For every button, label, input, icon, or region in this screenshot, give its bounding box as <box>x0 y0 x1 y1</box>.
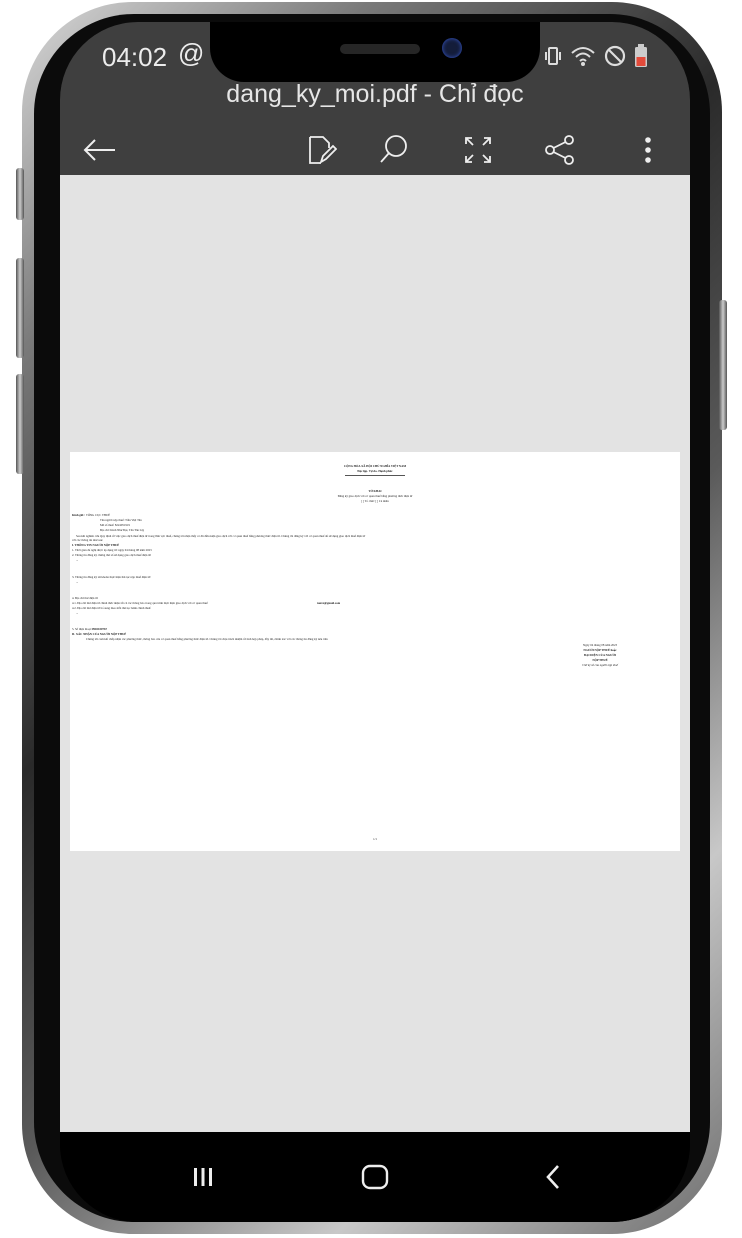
form-subtitle: Đăng ký giao dịch với cơ quan thuế bằng … <box>337 494 413 498</box>
section-1-heading: I. THÔNG TIN NGƯỜI NỘP THUẾ <box>72 543 120 547</box>
taxpayer-name: Tên người nộp thuế: Trần Việt Tân <box>100 518 142 522</box>
item-1: 1. Thời gian để nghị được áp dụng từ: ng… <box>72 548 152 552</box>
item-2-dash: ... <box>76 558 79 562</box>
doc-header-line1: CỘNG HÒA XÃ HỘI CHỦ NGHĨA VIỆT NAM <box>343 464 407 468</box>
earpiece-speaker <box>340 44 420 54</box>
item-4: 4. Địa chỉ thư điện tử: <box>72 596 99 600</box>
home-button[interactable] <box>350 1152 400 1202</box>
search-icon <box>380 135 407 163</box>
form-title: TỜ KHAI <box>368 489 382 493</box>
signature-title-1: NGƯỜI NỘP THUẾ hoặc <box>583 648 617 652</box>
item-3-dash: ... <box>76 580 79 584</box>
more-options-button[interactable] <box>628 130 668 170</box>
volume-up-button <box>16 258 24 358</box>
item-4-1: 4.1. Địa chỉ thư điện tử chính thức nhận… <box>72 601 209 605</box>
back-button[interactable] <box>80 130 120 170</box>
fullscreen-icon <box>465 137 491 163</box>
signature-note: Chữ ký số của người nộp thuế <box>581 663 619 667</box>
status-time: 04:02 <box>102 42 168 72</box>
form-subtitle-2: [ ] Tổ chức [ ] Cá nhân <box>361 499 389 503</box>
edit-button[interactable] <box>302 130 342 170</box>
intro-text-2: với các thông tin như sau: <box>72 538 104 542</box>
item-3: 3. Thông tin đăng ký tài khoản thực hiện… <box>72 575 151 579</box>
pdf-viewer-area[interactable]: CỘNG HÒA XÃ HỘI CHỦ NGHĨA VIỆT NAM Độc l… <box>60 175 690 1132</box>
signature-title-2: ĐẠI DIỆN CỦA NGƯỜI <box>584 653 616 657</box>
doc-header-line2: Độc lập- Tự do- Hạnh phúc <box>357 469 393 473</box>
more-vert-icon <box>645 137 651 163</box>
back-arrow-icon <box>83 139 115 161</box>
item-2: 2. Thông tin đăng ký chứng thư số sử dụn… <box>72 553 152 557</box>
intro-text: Sau khi nghiên cứu Quy định về việc giao… <box>76 534 366 538</box>
battery-icon <box>635 44 647 67</box>
item-5-label: 5. Số điện thoại: <box>72 627 92 631</box>
item-4-1-email: tanxx@gmail.com <box>317 601 341 605</box>
volume-down-button <box>16 374 24 474</box>
nav-back-button[interactable] <box>528 1152 578 1202</box>
share-button[interactable] <box>540 130 580 170</box>
phone-notch <box>210 22 540 82</box>
share-icon <box>545 135 574 165</box>
address: Địa chỉ: Kinh Như Đạt, Tân Tân Lập <box>100 528 145 532</box>
document-title: dang_ky_moi.pdf - Chỉ đọc <box>226 80 524 108</box>
search-button[interactable] <box>374 130 414 170</box>
pdf-page[interactable]: CỘNG HÒA XÃ HỘI CHỦ NGHĨA VIỆT NAM Độc l… <box>70 452 680 851</box>
front-camera <box>442 38 462 58</box>
header-underline <box>345 475 405 476</box>
tax-code: Mã số thuế: 8224051919 <box>100 523 130 527</box>
fullscreen-button[interactable] <box>458 130 498 170</box>
recents-icon <box>194 1168 212 1186</box>
page-number: 1/1 <box>373 837 377 841</box>
status-icons <box>544 44 648 68</box>
back-icon <box>546 1165 559 1189</box>
do-not-disturb-icon <box>604 45 626 67</box>
signature-title-3: NỘP THUẾ <box>592 658 608 662</box>
item-4-2: 4.2. Địa chỉ thư điện tử bổ sung theo mỗ… <box>72 606 152 610</box>
power-button <box>719 300 727 430</box>
to-label: Kính gửi : <box>72 513 86 517</box>
confirm-text: Chúng tôi cam kết chấp nhận các phương t… <box>86 637 328 641</box>
wifi-icon <box>571 47 595 66</box>
side-button <box>16 168 24 220</box>
home-icon <box>361 1164 389 1190</box>
at-sign-icon: @ <box>178 38 205 68</box>
signature-date: Ngày 04 tháng 08 năm 2023 <box>582 643 618 647</box>
item-5-value: 0902100767 <box>92 627 107 631</box>
to-value: TỔNG CỤC THUẾ <box>86 513 110 517</box>
edit-icon <box>309 136 337 165</box>
phone-screen: 04:02 @ dang_ky_moi.pdf - Chỉ đọc CỘNG H… <box>60 22 690 1222</box>
vibrate-icon <box>545 47 561 65</box>
item-4-2-dash: ... <box>76 611 79 615</box>
recents-button[interactable] <box>178 1152 228 1202</box>
section-2-heading: II. XÁC NHẬN CỦA NGƯỜI NỘP THUẾ <box>72 632 127 636</box>
navigation-bar <box>60 1132 690 1222</box>
